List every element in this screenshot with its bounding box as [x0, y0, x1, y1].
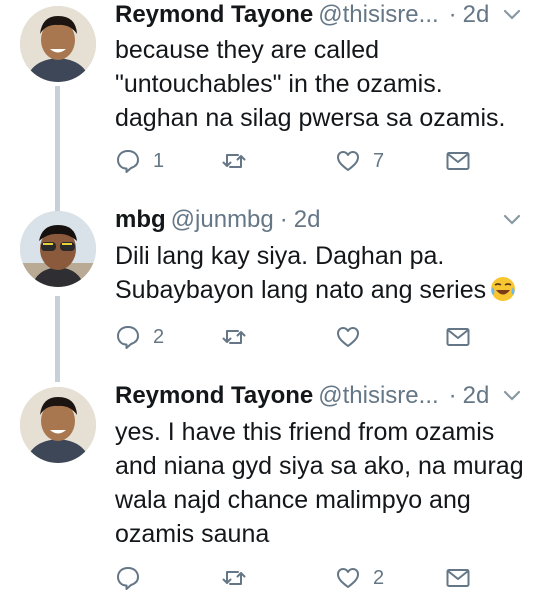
- like-button[interactable]: 7: [335, 146, 384, 176]
- avatar[interactable]: [20, 6, 96, 82]
- retweet-button[interactable]: [221, 146, 259, 176]
- direct-message-button[interactable]: [445, 563, 471, 593]
- direct-message-button[interactable]: [445, 322, 471, 352]
- chevron-down-icon[interactable]: [503, 389, 521, 403]
- like-button[interactable]: [335, 322, 373, 352]
- reply-count: 2: [153, 325, 165, 348]
- retweet-button[interactable]: [221, 322, 259, 352]
- reply-icon: [117, 150, 139, 173]
- tweet-header: Reymond Tayone @thisisre... · 2d: [115, 0, 535, 34]
- envelope-icon: [446, 152, 470, 170]
- user-handle[interactable]: @junmbg: [171, 206, 274, 233]
- tweet-line: wala najd chance malimpyo ang: [115, 486, 471, 514]
- direct-message-button[interactable]: [445, 146, 471, 176]
- separator-dot: ·: [448, 382, 457, 409]
- retweet-icon: [222, 571, 246, 585]
- tweet-line: because they are called: [115, 36, 380, 64]
- retweet-icon: [222, 330, 246, 344]
- tweet-text: yes. I have this friend from ozamis and …: [115, 415, 525, 551]
- heart-icon: [337, 568, 359, 588]
- user-handle[interactable]: @thisisre...: [318, 1, 438, 28]
- chevron-down-icon[interactable]: [503, 213, 521, 227]
- tweet[interactable]: Reymond Tayone @thisisre... · 2d yes. I hav…: [0, 381, 540, 606]
- tweet-line-text: Subaybayon lang nato ang series: [115, 276, 487, 304]
- avatar[interactable]: [20, 211, 96, 287]
- tweet-header: mbg @junmbg · 2d: [115, 205, 535, 239]
- reply-button[interactable]: 2: [115, 322, 164, 352]
- tweet-line: daghan na silag pwersa sa ozamis.: [115, 104, 506, 132]
- like-count: 7: [373, 149, 385, 172]
- tweet-text: Dili lang kay siya. Daghan pa. Subaybayo…: [115, 239, 525, 307]
- envelope-icon: [446, 328, 470, 346]
- like-button[interactable]: 2: [335, 563, 384, 593]
- tweet-header: Reymond Tayone @thisisre... · 2d: [115, 381, 535, 415]
- tweet-line: "untouchables" in the ozamis.: [115, 70, 443, 98]
- reply-button[interactable]: [115, 563, 153, 593]
- avatar[interactable]: [20, 387, 96, 463]
- tweet-line: Dili lang kay siya. Daghan pa.: [115, 242, 445, 270]
- tweet-line: yes. I have this friend from ozamis: [115, 418, 495, 446]
- tweet-actions: 2: [115, 563, 535, 593]
- timestamp[interactable]: 2d: [294, 206, 321, 233]
- display-name[interactable]: mbg: [115, 206, 166, 233]
- timestamp[interactable]: 2d: [463, 382, 490, 409]
- user-handle[interactable]: @thisisre...: [318, 382, 438, 409]
- heart-icon: [337, 327, 359, 347]
- reply-button[interactable]: 1: [115, 146, 164, 176]
- tweet[interactable]: mbg @junmbg · 2d Dili lang kay siya. Daghan…: [0, 205, 540, 365]
- tweet-line: ozamis sauna: [115, 520, 270, 548]
- heart-icon: [337, 151, 359, 171]
- retweet-icon: [222, 154, 246, 168]
- display-name[interactable]: Reymond Tayone: [115, 382, 313, 409]
- separator-dot: ·: [279, 206, 288, 233]
- tweet-actions: 2: [115, 322, 535, 352]
- retweet-button[interactable]: [221, 563, 259, 593]
- separator-dot: ·: [448, 1, 457, 28]
- tweet-text: because they are called "untouchables" i…: [115, 33, 525, 135]
- tweet-line: and niana gyd siya sa ako, na murag: [115, 452, 524, 480]
- chevron-down-icon[interactable]: [503, 8, 521, 22]
- tweet-actions: 1 7: [115, 146, 535, 176]
- envelope-icon: [446, 569, 470, 587]
- face-with-tears-of-joy-emoji: [491, 277, 516, 301]
- display-name[interactable]: Reymond Tayone: [115, 1, 313, 28]
- reply-icon: [117, 326, 139, 349]
- tweet[interactable]: Reymond Tayone @thisisre... · 2d because th…: [0, 0, 540, 190]
- tweet-line: Subaybayon lang nato ang series: [115, 273, 525, 307]
- reply-count: 1: [153, 149, 165, 172]
- like-count: 2: [373, 566, 385, 589]
- reply-icon: [117, 567, 139, 590]
- timestamp[interactable]: 2d: [463, 1, 490, 28]
